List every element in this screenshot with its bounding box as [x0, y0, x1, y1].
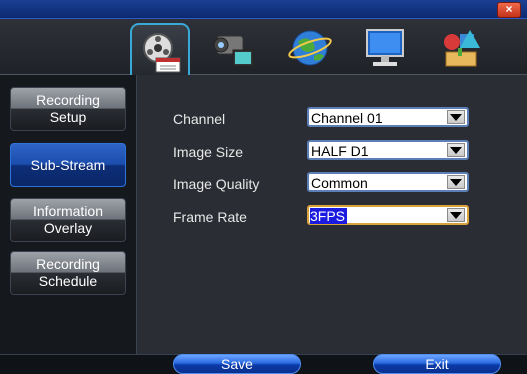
channel-select[interactable]: Channel 01: [307, 107, 469, 127]
record-setup-icon: [143, 32, 181, 72]
sidebar-item-label: Sub-Stream: [30, 156, 106, 173]
sidebar-item-label: Information: [32, 203, 104, 219]
bottom-bar: Save Exit: [0, 354, 527, 374]
sidebar-item-label: Recording: [36, 92, 100, 108]
frame-rate-select[interactable]: 3FPS: [307, 205, 469, 225]
dropdown-arrow-icon[interactable]: [447, 143, 465, 157]
exit-button[interactable]: Exit: [373, 354, 501, 374]
top-menu-bar: [0, 19, 527, 78]
sidebar-item-recording-schedule[interactable]: Recording Schedule: [10, 251, 126, 295]
menu-network[interactable]: [280, 23, 340, 73]
sidebar-item-information-overlay[interactable]: Information Overlay: [10, 198, 126, 242]
sub-stream-settings-panel: Channel Channel 01 Image Size HALF D1 Im…: [137, 75, 527, 354]
menu-advanced[interactable]: [430, 23, 490, 73]
menu-display[interactable]: [355, 23, 415, 73]
menu-camera[interactable]: [205, 23, 265, 73]
dropdown-arrow-icon[interactable]: [447, 175, 465, 189]
image-size-value: HALF D1: [311, 143, 369, 159]
channel-label: Channel: [173, 111, 226, 127]
sidebar-item-label: Schedule: [38, 273, 98, 289]
dvr-settings-window: × Recording Setup Sub-Stream Information…: [0, 0, 527, 374]
frame-rate-label: Frame Rate: [173, 209, 247, 225]
monitor-icon: [366, 29, 404, 66]
menu-record-setup[interactable]: [130, 23, 190, 78]
network-globe-icon: [288, 30, 332, 66]
sidebar-item-label: Overlay: [43, 220, 93, 236]
tools-icon: [444, 30, 480, 67]
sidebar-item-sub-stream[interactable]: Sub-Stream: [10, 143, 126, 187]
image-quality-value: Common: [311, 175, 368, 191]
camera-icon: [213, 35, 254, 67]
dropdown-arrow-icon[interactable]: [447, 208, 465, 222]
title-bar: ×: [0, 0, 527, 19]
sidebar-item-recording-setup[interactable]: Recording Setup: [10, 87, 126, 131]
sidebar-item-label: Recording: [36, 256, 100, 272]
image-size-select[interactable]: HALF D1: [307, 140, 469, 160]
frame-rate-value: 3FPS: [310, 208, 348, 224]
close-button[interactable]: ×: [497, 2, 521, 18]
sidebar-item-label: Setup: [49, 109, 87, 125]
save-button[interactable]: Save: [173, 354, 301, 374]
channel-value: Channel 01: [311, 110, 383, 126]
dropdown-arrow-icon[interactable]: [447, 110, 465, 124]
image-quality-label: Image Quality: [173, 176, 260, 192]
image-size-label: Image Size: [173, 144, 244, 160]
image-quality-select[interactable]: Common: [307, 172, 469, 192]
sidebar: Recording Setup Sub-Stream Information O…: [0, 75, 137, 354]
